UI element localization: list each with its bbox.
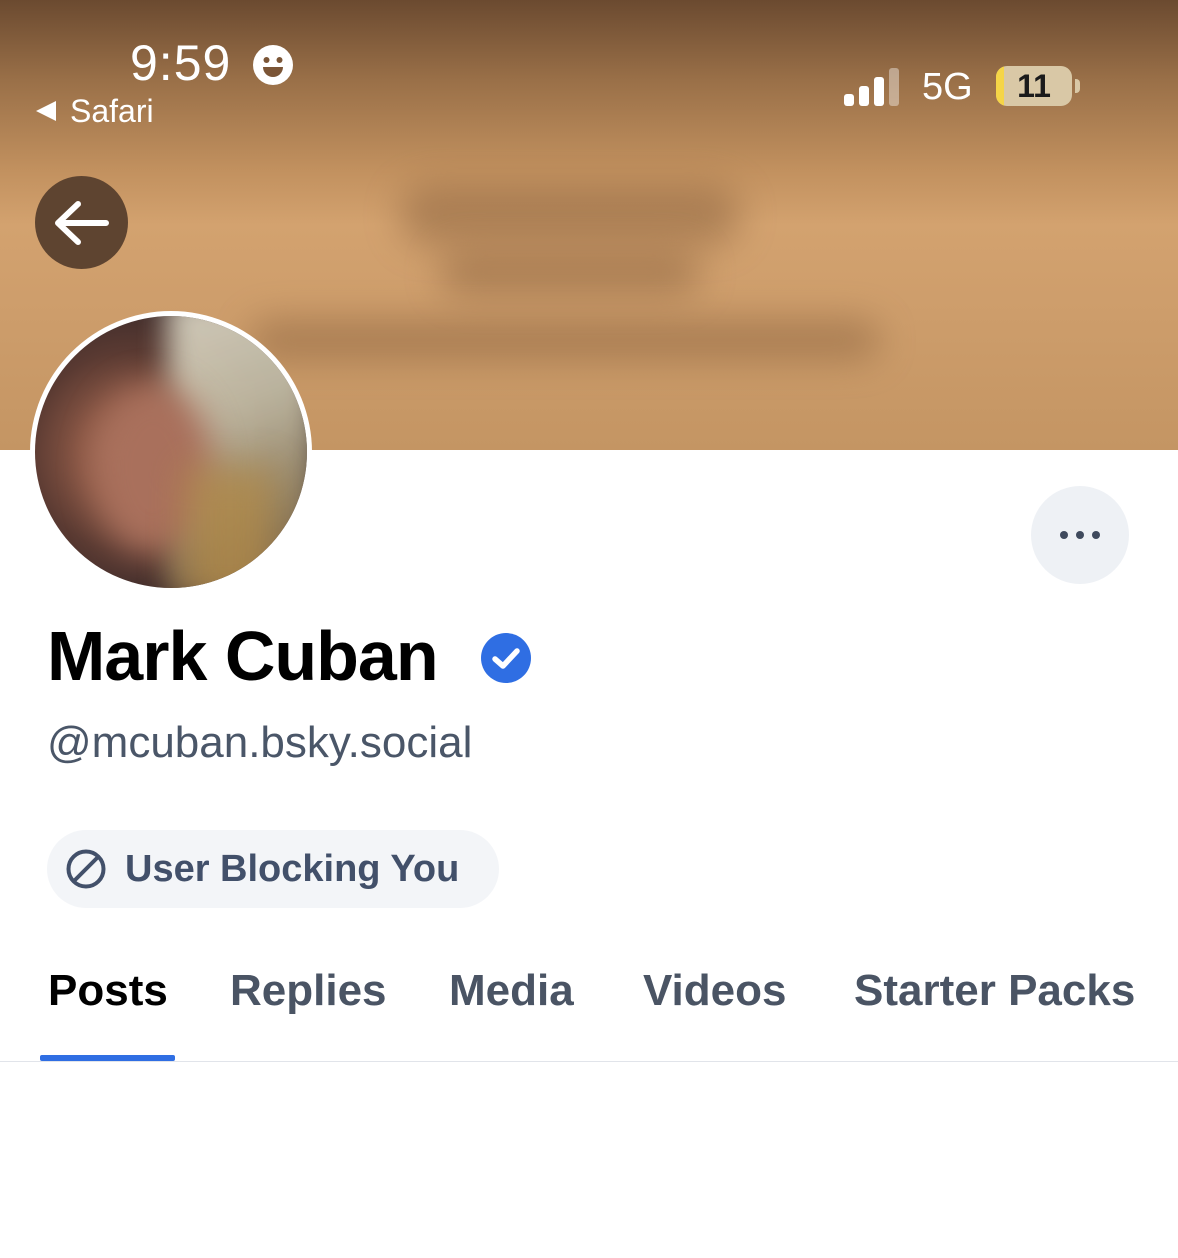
avatar[interactable] bbox=[30, 311, 312, 593]
profile-handle: @mcuban.bsky.social bbox=[47, 718, 473, 767]
back-button[interactable] bbox=[35, 176, 128, 269]
block-status-badge: User Blocking You bbox=[47, 830, 499, 908]
ellipsis-icon bbox=[1060, 531, 1068, 539]
more-options-button[interactable] bbox=[1031, 486, 1129, 584]
battery-level: 11 bbox=[1017, 67, 1051, 104]
active-tab-indicator bbox=[40, 1055, 175, 1061]
arrow-left-icon bbox=[54, 200, 109, 245]
back-triangle-icon bbox=[36, 101, 56, 121]
verified-check-icon[interactable] bbox=[480, 632, 532, 684]
battery-nub bbox=[1075, 79, 1080, 93]
signal-icon bbox=[844, 68, 899, 106]
back-app-label: Safari bbox=[70, 92, 154, 129]
profile-tabs: Posts Replies Media Videos Starter Packs bbox=[0, 940, 1178, 1062]
avatar-image bbox=[35, 316, 307, 588]
tab-starter-packs[interactable]: Starter Packs bbox=[854, 966, 1135, 1016]
tab-posts[interactable]: Posts bbox=[48, 966, 168, 1016]
smiley-icon bbox=[253, 45, 293, 85]
tab-media[interactable]: Media bbox=[449, 966, 574, 1016]
status-time: 9:59 bbox=[130, 35, 232, 91]
network-type: 5G bbox=[922, 66, 973, 108]
back-to-safari[interactable]: Safari bbox=[36, 91, 154, 131]
block-status-label: User Blocking You bbox=[125, 847, 460, 890]
tab-replies[interactable]: Replies bbox=[230, 966, 387, 1016]
block-icon bbox=[66, 849, 106, 889]
tab-videos[interactable]: Videos bbox=[643, 966, 786, 1016]
display-name: Mark Cuban bbox=[47, 617, 439, 695]
battery-icon: 11 bbox=[996, 66, 1072, 106]
